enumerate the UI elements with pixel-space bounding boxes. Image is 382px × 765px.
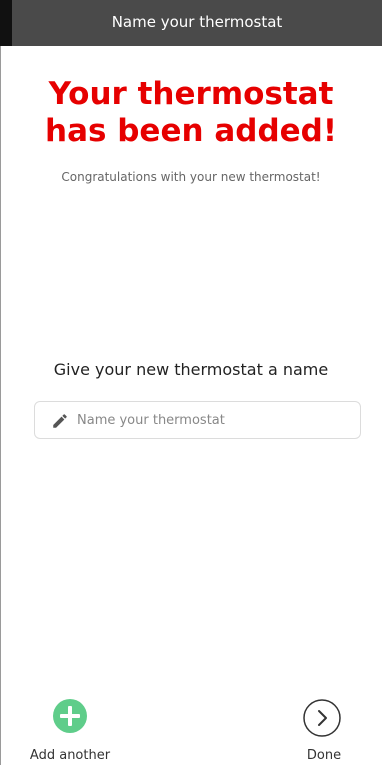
top-bar-edge bbox=[0, 0, 12, 46]
success-headline: Your thermostat has been added! bbox=[45, 76, 337, 149]
add-another-label: Add another bbox=[29, 748, 111, 763]
done-label: Done bbox=[306, 748, 342, 763]
chevron-right-circle-icon bbox=[303, 699, 341, 737]
add-another-button[interactable]: Add another bbox=[22, 698, 122, 765]
thermostat-name-input[interactable] bbox=[77, 403, 347, 437]
done-button[interactable]: Done bbox=[292, 698, 356, 765]
plus-circle-icon bbox=[53, 699, 87, 733]
pencil-icon bbox=[53, 414, 67, 428]
screen: Name your thermostat Your thermostat has… bbox=[0, 0, 382, 765]
left-divider bbox=[0, 46, 1, 765]
page-title: Name your thermostat bbox=[111, 13, 283, 31]
thermostat-name-field[interactable] bbox=[34, 401, 361, 439]
name-prompt-label: Give your new thermostat a name bbox=[53, 360, 329, 379]
top-bar: Name your thermostat bbox=[0, 0, 382, 46]
congratulations-text: Congratulations with your new thermostat… bbox=[61, 170, 321, 184]
